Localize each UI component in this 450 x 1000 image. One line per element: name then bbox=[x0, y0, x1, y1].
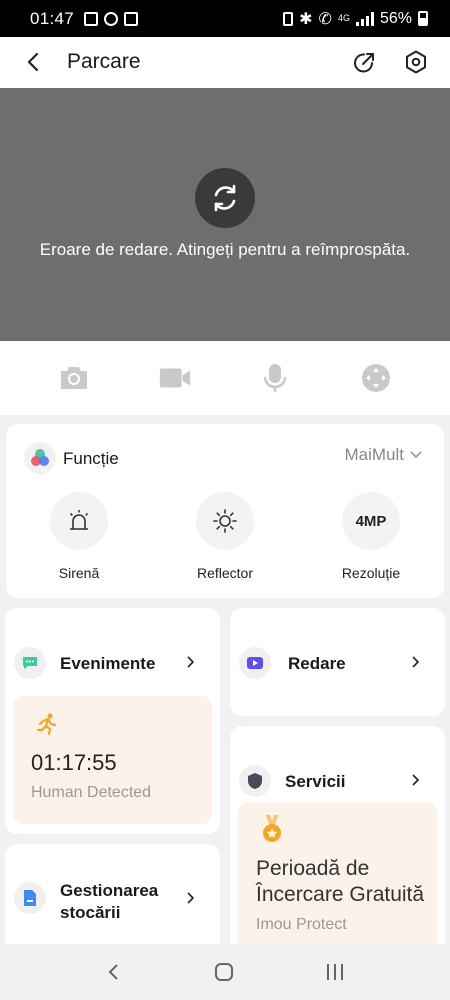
more-label: MaiMult bbox=[344, 445, 404, 464]
microphone-icon bbox=[264, 364, 287, 392]
nav-recents-icon[interactable] bbox=[324, 962, 346, 982]
nav-home-icon[interactable] bbox=[213, 961, 235, 983]
app-badge-icon bbox=[124, 11, 139, 26]
playback-card[interactable]: Redare bbox=[230, 608, 445, 716]
reflector-label: Reflector bbox=[196, 565, 254, 581]
system-navigation-bar bbox=[0, 944, 450, 1000]
events-title: Evenimente bbox=[60, 654, 156, 673]
services-icon bbox=[239, 765, 271, 797]
control-bar bbox=[0, 341, 450, 415]
resolution-button[interactable]: 4MP bbox=[342, 492, 400, 550]
resolution-badge: 4MP bbox=[355, 512, 387, 530]
chevron-right-icon bbox=[412, 656, 420, 668]
functions-card: Funcție MaiMult Sirenă Reflector 4MP Rez… bbox=[6, 424, 444, 598]
status-right: ✱ ✆ 4G 56% bbox=[283, 9, 428, 29]
battery-percent: 56% bbox=[379, 9, 412, 27]
more-button[interactable]: MaiMult bbox=[344, 445, 422, 465]
reflector-feature[interactable]: Reflector bbox=[175, 492, 275, 581]
event-time: 01:17:55 bbox=[31, 750, 117, 775]
events-icon bbox=[14, 647, 46, 679]
services-title: Servicii bbox=[285, 772, 346, 791]
functions-title: Funcție bbox=[63, 449, 119, 468]
back-arrow-icon[interactable] bbox=[22, 50, 46, 74]
running-person-icon bbox=[36, 713, 57, 736]
event-type: Human Detected bbox=[31, 784, 152, 801]
app-header: Parcare bbox=[0, 37, 450, 88]
siren-label: Sirenă bbox=[58, 565, 100, 581]
playback-title: Redare bbox=[288, 654, 346, 673]
chevron-down-icon bbox=[410, 451, 422, 459]
events-card[interactable]: Evenimente 01:17:55 Human Detected bbox=[5, 608, 220, 834]
camera-icon bbox=[61, 367, 88, 389]
chevron-right-icon bbox=[187, 892, 195, 904]
network-type: 4G bbox=[337, 13, 350, 23]
signal-icon bbox=[355, 11, 374, 26]
settings-icon[interactable] bbox=[403, 49, 429, 75]
battery-icon bbox=[418, 11, 428, 26]
video-record-icon bbox=[159, 368, 190, 388]
siren-icon bbox=[69, 510, 89, 530]
chevron-right-icon bbox=[187, 656, 195, 668]
siren-button[interactable] bbox=[50, 492, 108, 550]
storage-title: Gestionarea stocării bbox=[60, 881, 159, 922]
call-icon: ✆ bbox=[318, 10, 332, 28]
snapshot-button[interactable] bbox=[57, 361, 91, 395]
trial-subtitle: Imou Protect bbox=[256, 916, 347, 933]
medal-icon bbox=[263, 815, 281, 842]
share-icon[interactable] bbox=[352, 49, 378, 75]
battery-saver-icon bbox=[283, 11, 294, 26]
gallery-icon bbox=[84, 11, 99, 26]
reflector-button[interactable] bbox=[196, 492, 254, 550]
record-button[interactable] bbox=[158, 361, 192, 395]
chevron-right-icon bbox=[412, 774, 420, 786]
sun-icon bbox=[213, 509, 237, 533]
refresh-icon bbox=[214, 184, 236, 212]
page-title: Parcare bbox=[67, 50, 141, 73]
functions-icon bbox=[24, 442, 56, 474]
status-time: 01:47 bbox=[30, 8, 75, 28]
storage-icon bbox=[14, 882, 46, 914]
notification-icons bbox=[84, 11, 139, 26]
talk-button[interactable] bbox=[258, 361, 292, 395]
latest-event[interactable]: 01:17:55 Human Detected bbox=[13, 696, 212, 824]
status-bar: 01:47 ✱ ✆ 4G 56% bbox=[0, 0, 450, 37]
resolution-label: Rezoluție bbox=[341, 565, 401, 581]
ptz-button[interactable] bbox=[359, 361, 393, 395]
playback-icon bbox=[239, 647, 271, 679]
resolution-feature[interactable]: 4MP Rezoluție bbox=[321, 492, 421, 581]
playback-error-message[interactable]: Eroare de redare. Atingeți pentru a reîm… bbox=[0, 240, 450, 260]
bluetooth-icon: ✱ bbox=[299, 10, 313, 28]
siren-feature[interactable]: Sirenă bbox=[29, 492, 129, 581]
app-notification-icon bbox=[104, 11, 119, 26]
ptz-control-icon bbox=[361, 364, 390, 392]
video-player[interactable]: Eroare de redare. Atingeți pentru a reîm… bbox=[0, 88, 450, 341]
refresh-button[interactable] bbox=[195, 168, 255, 228]
trial-title: Perioadă de Încercare Gratuită bbox=[256, 857, 425, 906]
nav-back-icon[interactable] bbox=[104, 962, 124, 982]
